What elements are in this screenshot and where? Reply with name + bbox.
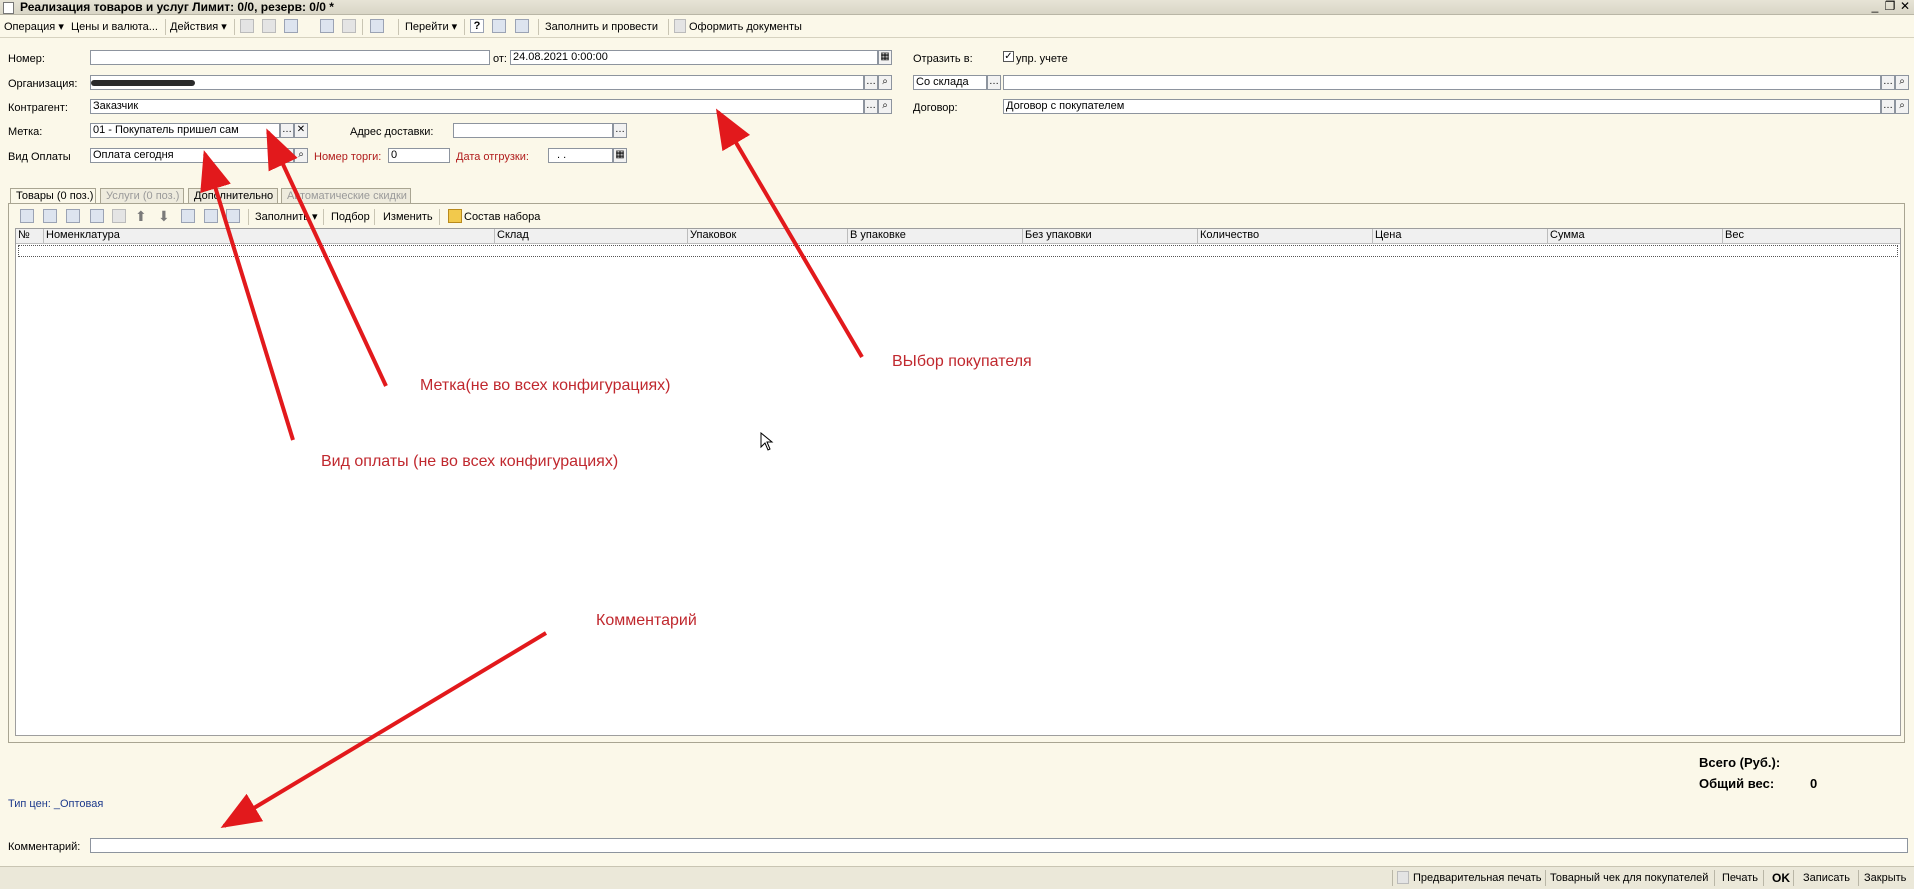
annotation-arrows <box>200 108 864 829</box>
close-button[interactable]: Закрыть <box>1864 871 1906 885</box>
mouse-cursor-icon <box>760 432 774 451</box>
print-button[interactable]: Печать <box>1722 871 1758 885</box>
preview-icon <box>1397 871 1409 884</box>
bottom-action-bar: Предварительная печать Товарный чек для … <box>0 866 1914 889</box>
annotation-buyer: ВЫбор покупателя <box>892 353 1032 370</box>
arrow-payment <box>200 150 295 441</box>
annotation-payment: Вид оплаты (не во всех конфигурациях) <box>321 453 619 470</box>
arrow-comment <box>220 631 548 829</box>
receipt-button[interactable]: Товарный чек для покупателей <box>1550 871 1708 885</box>
annotation-comment: Комментарий <box>596 612 697 629</box>
arrow-buyer <box>715 108 864 359</box>
ok-button[interactable]: OK <box>1772 871 1790 885</box>
annotation-tag: Метка(не во всех конфигурациях) <box>420 377 671 394</box>
preview-print-button[interactable]: Предварительная печать <box>1413 871 1542 885</box>
arrow-tag <box>266 128 388 387</box>
save-button[interactable]: Записать <box>1803 871 1850 885</box>
